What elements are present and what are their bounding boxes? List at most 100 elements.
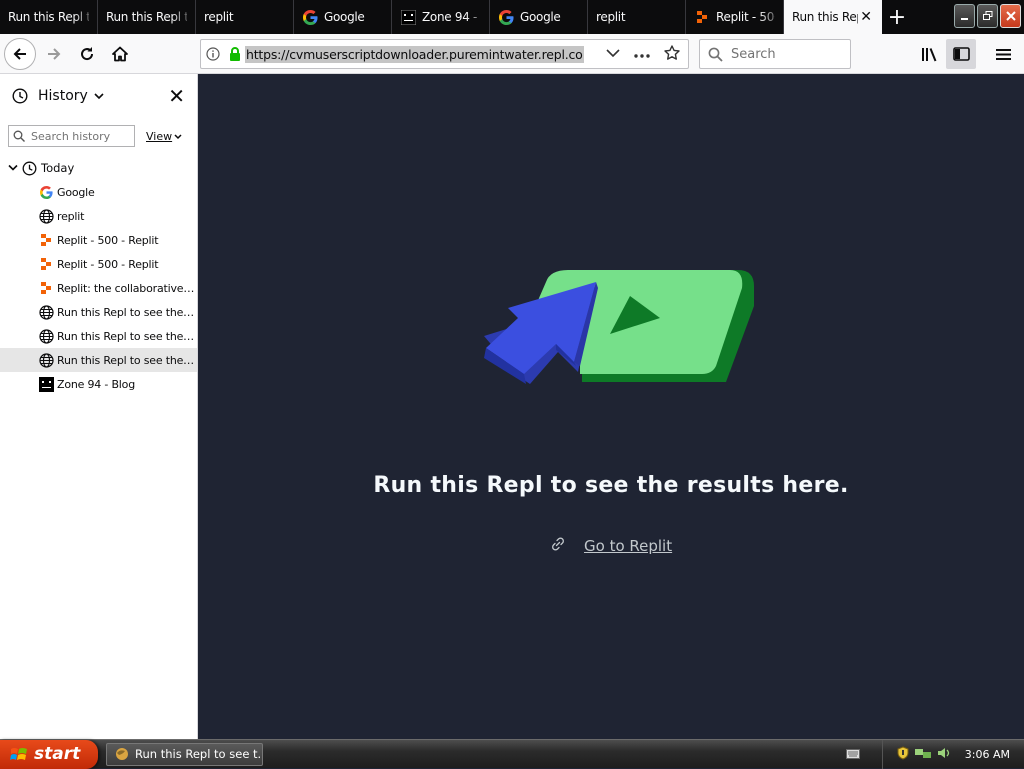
tab-label: Run this Rep [792,10,858,24]
url-text[interactable]: https://cvmuserscriptdownloader.puremint… [245,45,584,63]
tab-6[interactable]: replit [588,0,686,34]
keyboard-icon[interactable] [845,749,860,759]
library-icon [921,47,936,61]
arrow-right-icon [48,47,61,60]
history-item[interactable]: Replit - 500 - Replit [0,228,197,252]
history-item-label: Replit: the collaborative browser based … [57,281,195,295]
search-bar[interactable]: Search [699,39,851,69]
clock-icon [22,161,37,176]
tab-1[interactable]: Run this Repl to [98,0,196,34]
view-button[interactable]: View [146,130,182,143]
reload-icon [81,46,94,60]
forward-button[interactable] [39,39,69,69]
home-icon [112,46,128,61]
home-button[interactable] [105,39,135,69]
google-icon [498,9,514,25]
minimize-button[interactable] [954,4,975,28]
run-repl-message: Run this Repl to see the results here. [373,473,849,498]
history-item[interactable]: Google [0,180,197,204]
close-tab-icon[interactable]: ✕ [858,9,874,25]
menu-button[interactable] [988,39,1018,69]
history-item-label: Replit - 500 - Replit [57,233,159,247]
shield-icon[interactable] [897,745,909,763]
toolbar-right [914,34,1024,74]
lock-icon[interactable] [225,47,245,61]
firefox-icon [115,747,129,761]
history-group-today[interactable]: Today [0,156,197,180]
search-history-input[interactable]: Search history [8,125,135,147]
system-tray: 3:06 AM [836,739,1024,769]
library-button[interactable] [914,39,944,69]
arrow-left-icon [13,47,26,60]
zone94-icon [400,9,416,25]
page-actions-icon[interactable] [634,47,650,61]
tab-8-active[interactable]: Run this Rep ✕ [784,0,882,34]
history-item[interactable]: Run this Repl to see the results here. [0,324,197,348]
hamburger-menu-icon [995,48,1011,60]
replit-icon [694,9,710,25]
tab-3[interactable]: Google [294,0,392,34]
url-bar[interactable]: https://cvmuserscriptdownloader.puremint… [200,39,689,69]
tab-strip: Run this Repl to Run this Repl to replit… [0,0,1024,34]
globe-icon [38,208,54,224]
chevron-down-icon[interactable] [94,92,104,100]
windows-taskbar: start Run this Repl to see t... 3:06 AM [0,739,1024,769]
new-tab-button[interactable]: + [882,0,912,34]
twisty-open-icon[interactable] [8,164,18,172]
back-button[interactable] [4,37,36,70]
start-button[interactable]: start [0,739,98,769]
tab-5[interactable]: Google [490,0,588,34]
volume-icon[interactable] [937,747,951,762]
tab-4[interactable]: Zone 94 - Bl [392,0,490,34]
window-controls [951,0,1024,32]
history-item[interactable]: Run this Repl to see the results here. [0,300,197,324]
close-sidebar-icon[interactable]: ✕ [168,86,185,106]
history-item-label: Run this Repl to see the results here. [57,305,195,319]
link-icon [550,536,566,556]
tab-2[interactable]: replit [196,0,294,34]
search-history-placeholder: Search history [31,129,111,143]
restore-button[interactable] [977,4,998,28]
sidebar-toggle-button[interactable] [946,39,976,69]
info-icon[interactable] [201,47,225,61]
sidebar-title[interactable]: History [38,88,88,104]
tab-0[interactable]: Run this Repl to [0,0,98,34]
network-icon[interactable] [914,747,931,762]
sidebar-header: History ✕ [0,74,197,118]
start-label: start [34,744,81,764]
history-sidebar: History ✕ Search history View Today Goog… [0,74,198,739]
history-item-label: Google [57,185,95,199]
search-placeholder: Search [731,46,776,62]
bookmark-star-icon[interactable] [664,44,680,64]
tab-7[interactable]: Replit - 500 [686,0,784,34]
globe-icon [38,304,54,320]
view-label: View [146,129,173,143]
go-to-replit-link[interactable]: Go to Replit [584,537,672,555]
history-item-selected[interactable]: Run this Repl to see the results here. [0,348,197,372]
replit-icon [38,280,54,296]
history-item-label: Replit - 500 - Replit [57,257,159,271]
replit-icon [38,256,54,272]
reload-button[interactable] [72,39,102,69]
history-tree: Today Google replit Replit - 500 - Repli… [0,156,197,396]
search-icon [708,47,723,62]
google-icon [38,184,54,200]
taskbar-window-button[interactable]: Run this Repl to see t... [106,742,263,766]
history-item-label: replit [57,209,85,223]
sidebar-tools: Search history View [0,118,197,154]
chevron-down-icon[interactable] [606,47,620,61]
history-item[interactable]: Zone 94 - Blog [0,372,197,396]
zone94-icon [38,376,54,392]
navigation-toolbar: https://cvmuserscriptdownloader.puremint… [0,34,1024,74]
history-item[interactable]: Replit: the collaborative browser based … [0,276,197,300]
history-item[interactable]: replit [0,204,197,228]
clock-icon [12,88,28,104]
search-icon [13,130,25,142]
google-icon [302,9,318,25]
history-group-label: Today [41,161,75,175]
page-content: Run this Repl to see the results here. G… [198,74,1024,739]
close-window-button[interactable] [1000,4,1021,28]
history-item[interactable]: Replit - 500 - Replit [0,252,197,276]
history-item-label: Run this Repl to see the results here. [57,329,195,343]
replit-icon [38,232,54,248]
